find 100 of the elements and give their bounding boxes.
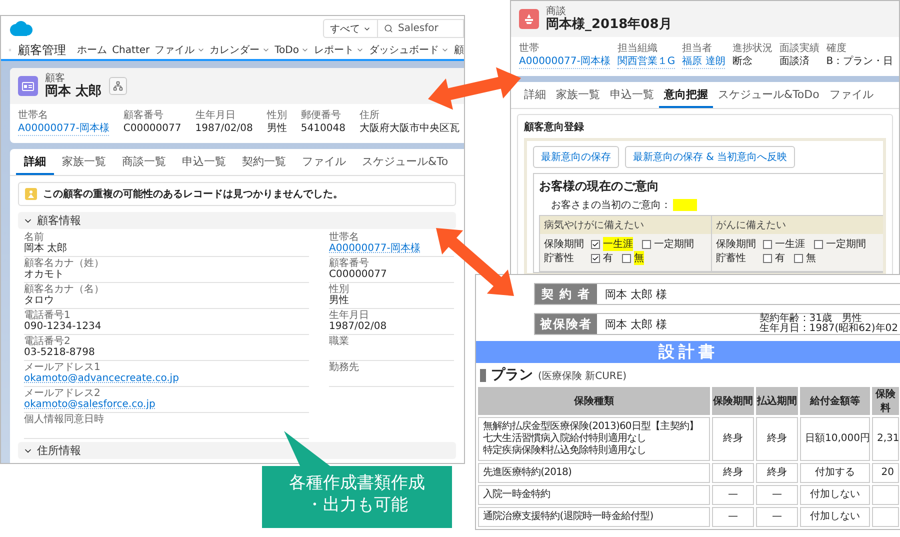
chevron-down-icon	[356, 46, 364, 54]
table-cell: 終身	[756, 463, 798, 483]
option-text: 無	[634, 251, 644, 265]
option-text: 一定期間	[654, 238, 694, 251]
field-label: 面談実績	[779, 43, 820, 55]
party-name: 岡本 太郎 様	[604, 286, 668, 302]
field-label: 進捗状況	[732, 43, 772, 55]
field-label: 顧客番号	[123, 110, 164, 122]
app-name: 顧客管理	[18, 42, 66, 58]
tab[interactable]: 契約一覧	[234, 149, 294, 175]
field-label: 担当者	[682, 43, 714, 55]
field-value: 1987/02/08	[329, 321, 387, 333]
record-link[interactable]: okamoto@advancecreate.co.jp	[24, 373, 179, 385]
insured-info: 契約年齢：31歳 男性 生年月日：1987(昭和62)年02	[759, 314, 899, 334]
checkbox[interactable]	[591, 254, 600, 262]
field-label: 世帯名	[329, 232, 360, 243]
save-button[interactable]: 最新意向の保存 & 当初意向へ反映	[625, 146, 796, 168]
field-value: 大阪府大阪市中央区瓦	[359, 122, 460, 135]
record-title: 岡本様_2018年08月	[546, 17, 672, 32]
search-icon	[384, 24, 393, 33]
nav-item[interactable]: ダッシュボード	[369, 43, 449, 57]
option-text: 一定期間	[826, 238, 866, 251]
record-link[interactable]: A00000077-岡本様	[18, 122, 110, 136]
field-label: 生年月日	[195, 110, 236, 122]
field-value: タロウ	[24, 295, 54, 307]
checkbox[interactable]	[642, 240, 651, 248]
save-button[interactable]: 最新意向の保存	[533, 146, 619, 168]
table-cell: 20	[872, 463, 899, 483]
tab[interactable]: ファイル	[294, 149, 354, 175]
nav-item[interactable]: ToDo	[274, 44, 309, 56]
record-link[interactable]: 関西営業１G	[617, 55, 676, 69]
checkbox[interactable]	[763, 254, 772, 262]
checkbox[interactable]	[763, 240, 772, 248]
field-value: 男性	[329, 295, 349, 307]
column-header: 払込期間	[756, 387, 798, 415]
tab[interactable]: 家族一覧	[54, 149, 114, 175]
hierarchy-icon	[112, 81, 123, 91]
nav-item[interactable]: Chatter	[112, 44, 150, 56]
search-field[interactable]: Salesfor	[378, 19, 464, 38]
record-link[interactable]: A00000077-岡本様	[329, 243, 420, 255]
nav-item[interactable]: ホーム	[77, 43, 108, 57]
tab[interactable]: 詳細	[16, 149, 54, 175]
column-header: 保険料	[872, 387, 899, 415]
section-header[interactable]: 顧客情報	[18, 212, 456, 229]
nav-item[interactable]: レポート	[314, 43, 364, 57]
record-title: 岡本 太郎	[45, 84, 102, 99]
field-label: 生年月日	[329, 310, 370, 321]
initial-intent-label: お客さまの当初のご意向：	[551, 198, 671, 212]
record-link[interactable]: A00000077-岡本様	[519, 55, 610, 69]
chevron-down-icon	[301, 46, 309, 54]
hierarchy-button[interactable]	[108, 77, 127, 95]
tab[interactable]: 意向把握	[659, 82, 713, 108]
record-type: 顧客	[45, 73, 66, 84]
nav-item[interactable]: 顧	[454, 43, 464, 57]
field-label: 名前	[24, 232, 45, 243]
intent-heading: お客様の現在のご意向	[539, 178, 660, 195]
field-value: 男性	[266, 122, 287, 135]
heading-marker	[480, 368, 486, 382]
field-label: メールアドレス2	[24, 388, 102, 399]
tab[interactable]: スケジュール&To	[354, 149, 456, 175]
nav-item[interactable]: カレンダー	[210, 43, 270, 57]
tab[interactable]: 申込一覧	[605, 82, 659, 108]
field-value: C00000077	[329, 269, 387, 281]
table-cell: 通院治療支援特約(退院時一時金給付型)	[478, 507, 710, 527]
table-cell: 付加する	[800, 463, 870, 483]
tab[interactable]: スケジュール&ToDo	[713, 82, 824, 108]
record-type: 商談	[546, 6, 567, 17]
search-scope-dropdown[interactable]: すべて	[323, 19, 378, 38]
table-cell: —	[712, 507, 754, 527]
field-value: 岡本 太郎	[24, 243, 68, 255]
checkbox[interactable]	[794, 254, 803, 262]
tab[interactable]: 詳細	[519, 82, 551, 108]
field-label: 勤務先	[329, 362, 360, 373]
field-label: 世帯名	[18, 110, 49, 122]
tab[interactable]: 家族一覧	[551, 82, 605, 108]
table-cell: 付加しない	[800, 507, 870, 527]
field-label: 顧客番号	[329, 258, 370, 269]
tab[interactable]: ファイル	[824, 82, 878, 108]
table-cell: 無解約払戻金型医療保険(2013)60日型【主契約】 七大生活習慣病入院給付特則適用なし 特定疾病保険料払込免除特則適用なし	[478, 417, 710, 461]
tab[interactable]: 商談一覧	[114, 149, 174, 175]
table-cell: —	[712, 485, 754, 505]
field-label: 世帯	[519, 43, 540, 55]
table-cell: 日額10,000円	[800, 417, 870, 461]
field-value: B：プラン・日	[826, 55, 894, 68]
section-title: 住所情報	[37, 443, 81, 458]
nav-item[interactable]: ファイル	[154, 43, 205, 57]
checkbox[interactable]	[591, 240, 600, 248]
table-cell: 入院一時金特約	[478, 485, 710, 505]
option-label: 貯蓄性	[716, 252, 747, 265]
option-label: 保険期間	[716, 238, 757, 251]
checkbox[interactable]	[814, 240, 823, 248]
field-label: 職業	[329, 336, 350, 347]
tab[interactable]: 申込一覧	[174, 149, 234, 175]
section-header[interactable]: 住所情報	[18, 442, 456, 459]
document-title: 設計書	[476, 341, 900, 363]
record-link[interactable]: okamoto@salesforce.co.jp	[24, 399, 156, 411]
field-value: 03-5218-8798	[24, 347, 95, 359]
table-cell: 先進医療特約(2018)	[478, 463, 710, 483]
record-link[interactable]: 福原 達朗	[682, 55, 726, 69]
checkbox[interactable]	[622, 254, 631, 262]
